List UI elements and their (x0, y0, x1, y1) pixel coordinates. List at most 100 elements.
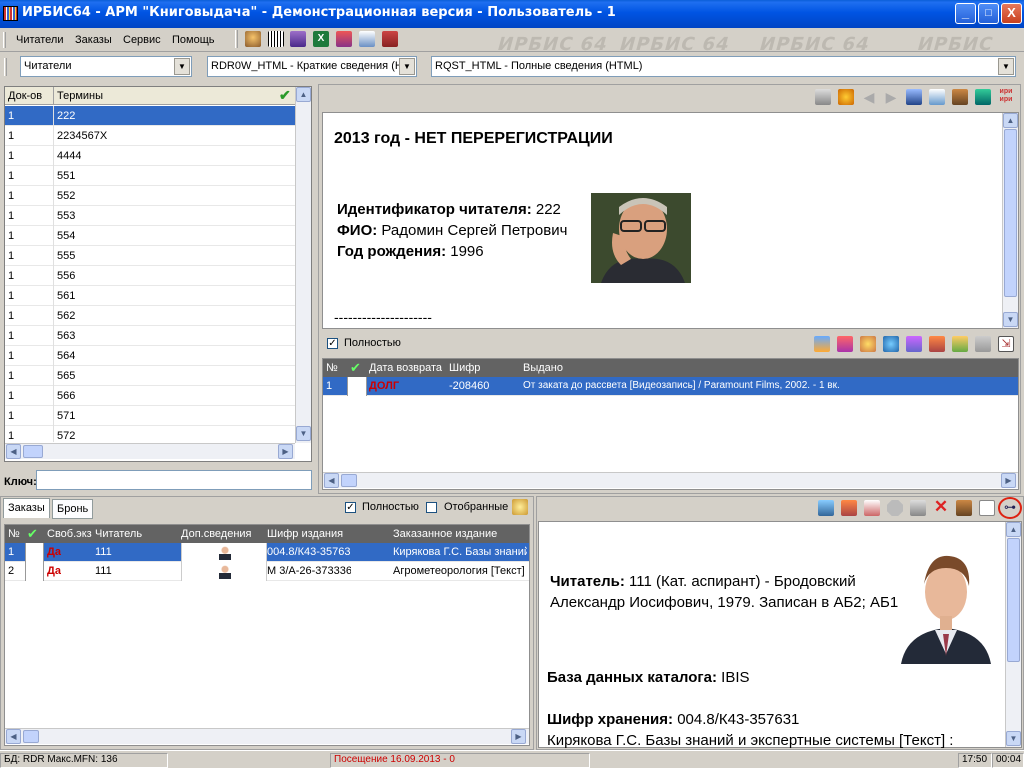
table-row[interactable]: 1 563 (5, 326, 295, 346)
order-checkbox-cell[interactable] (25, 562, 44, 581)
bookmark-icon[interactable] (906, 336, 922, 352)
photo-icon[interactable] (952, 89, 968, 105)
table-row[interactable]: 1 552 (5, 186, 295, 206)
tab-reservations[interactable]: Бронь (52, 499, 94, 519)
tab-orders[interactable]: Заказы (3, 498, 50, 518)
table-row[interactable]: 1 566 (5, 386, 295, 406)
table-row[interactable]: 2 Да 111 М 3/А-26-373336 Агрометеорология [Т… (5, 562, 529, 581)
delete-disabled-icon[interactable] (975, 336, 991, 352)
tree-structure-icon[interactable]: ⊶ (998, 497, 1022, 519)
col-header-reader[interactable]: Читатель (95, 528, 142, 540)
table-row[interactable]: 1 551 (5, 166, 295, 186)
scroll-left-icon[interactable]: ◀ (324, 473, 339, 488)
short-format-combo[interactable]: RDR0W_HTML - Краткие сведения (H ▼ (207, 56, 417, 77)
col-header-code[interactable]: Шифр (449, 362, 480, 374)
renew-icon[interactable] (952, 336, 968, 352)
menu-help[interactable]: Помощь (172, 34, 215, 46)
arrow-left-icon[interactable]: ◀ (861, 89, 877, 105)
reader-return-icon[interactable] (860, 336, 876, 352)
scroll-down-icon[interactable]: ▼ (1006, 731, 1021, 746)
stop-icon[interactable] (887, 500, 903, 516)
check-icon[interactable]: ✔ (279, 87, 291, 104)
table-row[interactable]: 1 553 (5, 206, 295, 226)
terms-vscroll[interactable]: ▲ ▼ (295, 87, 311, 443)
scroll-left-icon[interactable]: ◀ (6, 444, 21, 459)
table-row[interactable]: 1 Да 111 004.8/К43-357631 Кирякова Г.С. Базы… (5, 543, 529, 562)
chevron-down-icon[interactable]: ▼ (998, 58, 1014, 75)
order-vscroll[interactable]: ▲ ▼ (1005, 522, 1021, 747)
table-row[interactable]: 1 562 (5, 306, 295, 326)
col-header-return-date[interactable]: Дата возврата (369, 362, 442, 374)
new-document-icon[interactable] (979, 500, 995, 516)
exit-icon[interactable]: ⇲ (998, 336, 1014, 352)
scroll-down-icon[interactable]: ▼ (296, 426, 311, 441)
orders-selected-checkbox[interactable] (426, 502, 437, 513)
loan-checkbox-cell[interactable] (347, 377, 367, 396)
table-row[interactable]: 1 556 (5, 266, 295, 286)
menu-orders[interactable]: Заказы (75, 34, 112, 46)
app-icon[interactable] (3, 6, 18, 21)
table-row[interactable]: 1 554 (5, 226, 295, 246)
database-combo[interactable]: Читатели ▼ (20, 56, 192, 77)
scroll-down-icon[interactable]: ▼ (1003, 312, 1018, 327)
loans-hscroll[interactable]: ◀ ▶ (323, 472, 1018, 488)
table-row[interactable]: 1 2234567X (5, 126, 295, 146)
scroll-thumb[interactable] (1007, 538, 1020, 662)
print-icon[interactable] (815, 89, 831, 105)
person-icon[interactable] (245, 31, 261, 47)
issue-icon[interactable] (814, 336, 830, 352)
scroll-left-icon[interactable]: ◀ (6, 729, 21, 744)
delete-icon[interactable]: ✕ (933, 498, 949, 515)
chevron-down-icon[interactable]: ▼ (399, 58, 415, 75)
books-icon[interactable] (290, 31, 306, 47)
book-icon[interactable] (818, 500, 834, 516)
chevron-down-icon[interactable]: ▼ (174, 58, 190, 75)
barcode-icon[interactable] (268, 31, 284, 47)
table-row[interactable]: 1 564 (5, 346, 295, 366)
photo-icon[interactable] (956, 500, 972, 516)
orders-hscroll[interactable]: ◀ ▶ (5, 728, 529, 744)
scroll-right-icon[interactable]: ▶ (511, 729, 526, 744)
filter-icon[interactable] (512, 499, 528, 515)
books-return-icon[interactable] (929, 336, 945, 352)
key-input[interactable] (36, 470, 312, 490)
col-header-issued[interactable]: Выдано (523, 362, 563, 374)
excel-icon[interactable]: X (313, 31, 329, 47)
person-info-icon[interactable] (906, 89, 922, 105)
scroll-up-icon[interactable]: ▲ (1003, 113, 1018, 128)
table-row[interactable]: 1 4444 (5, 146, 295, 166)
full-checkbox[interactable]: ✓ (327, 338, 338, 349)
edit-document-icon[interactable] (864, 500, 880, 516)
print-icon[interactable] (910, 500, 926, 516)
col-header-free-copy[interactable]: Своб.экз (47, 528, 92, 540)
col-header-docs[interactable]: Док-ов (8, 90, 42, 102)
books-return-icon[interactable] (841, 500, 857, 516)
scroll-right-icon[interactable]: ▶ (278, 444, 293, 459)
refresh-icon[interactable] (883, 336, 899, 352)
col-header-terms[interactable]: Термины (57, 90, 103, 102)
title-bar[interactable]: ИРБИС64 - АРМ "Книговыдача" - Демонстрац… (0, 0, 1024, 28)
full-format-combo[interactable]: RQST_HTML - Полные сведения (HTML) ▼ (431, 56, 1016, 77)
col-header-number[interactable]: № (8, 528, 20, 540)
check-icon[interactable]: ✔ (27, 526, 38, 542)
col-header-number[interactable]: № (326, 362, 338, 374)
terms-hscroll[interactable]: ◀ ▶ (5, 443, 295, 459)
menu-service[interactable]: Сервис (123, 34, 161, 46)
col-header-extra[interactable]: Доп.сведения (181, 528, 252, 540)
order-checkbox-cell[interactable] (25, 543, 44, 562)
close-button[interactable]: X (1001, 3, 1022, 24)
scroll-thumb[interactable] (1004, 129, 1017, 297)
menu-readers[interactable]: Читатели (16, 34, 64, 46)
order-extra-cell[interactable] (181, 543, 267, 562)
table-row[interactable]: 1 561 (5, 286, 295, 306)
scroll-thumb[interactable] (341, 474, 357, 487)
document-icon[interactable] (359, 31, 375, 47)
scroll-thumb[interactable] (23, 730, 39, 743)
col-header-ordered-edition[interactable]: Заказанное издание (393, 528, 497, 540)
scroll-up-icon[interactable]: ▲ (296, 87, 311, 102)
col-header-edition-code[interactable]: Шифр издания (267, 528, 343, 540)
table-row[interactable]: 1 571 (5, 406, 295, 426)
maximize-button[interactable]: □ (978, 3, 999, 24)
arrow-right-icon[interactable]: ▶ (883, 89, 899, 105)
reader-vscroll[interactable]: ▲ ▼ (1002, 113, 1018, 328)
